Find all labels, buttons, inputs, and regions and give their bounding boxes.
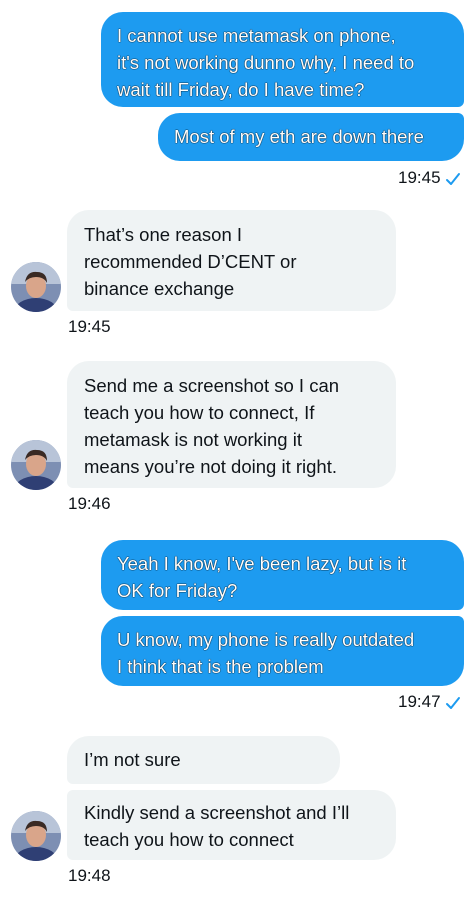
message-text-line: I’m not sure (84, 749, 181, 770)
message-bubble-incoming[interactable]: I’m not sure (67, 736, 340, 784)
message-bubble-incoming[interactable]: Send me a screenshot so I can teach you … (67, 361, 396, 488)
message-timestamp: 19:45 (68, 317, 111, 336)
avatar[interactable] (11, 262, 61, 312)
message-text-line: recommended D’CENT or (84, 251, 297, 272)
avatar[interactable] (11, 811, 61, 861)
message-bubble-incoming[interactable]: Kindly send a screenshot and I’ll teach … (67, 790, 396, 860)
message-timestamp: 19:48 (68, 866, 111, 885)
message-text-line: U know, my phone is really outdated (117, 629, 415, 650)
message-text-line: Send me a screenshot so I can (84, 375, 340, 396)
message-text-line: metamask is not working it (84, 429, 302, 450)
message-text-line: wait till Friday, do I have time? (117, 79, 365, 100)
avatar-image (11, 262, 61, 312)
avatar-image (11, 811, 61, 861)
message-text-line: I think that is the problem (117, 656, 324, 677)
message-bubble-incoming[interactable]: That’s one reason I recommended D’CENT o… (67, 210, 396, 311)
message-timestamp: 19:45 (398, 168, 441, 187)
message-bubble-outgoing[interactable]: I cannot use metamask on phone, it's not… (101, 12, 464, 107)
message-text-line: it's not working dunno why, I need to (117, 52, 415, 73)
message-text-line: binance exchange (84, 278, 235, 299)
message-text-line: Yeah I know, I've been lazy, but is it (117, 553, 407, 574)
message-text-line: teach you how to connect (84, 829, 294, 850)
message-text-line: means you’re not doing it right. (84, 456, 337, 477)
message-text-line: Most of my eth are down there (174, 126, 424, 147)
message-text-line: OK for Friday? (117, 580, 238, 601)
check-icon (446, 697, 460, 709)
message-text-line: teach you how to connect, If (84, 402, 315, 423)
message-bubble-outgoing[interactable]: Most of my eth are down there (158, 113, 464, 161)
message-timestamp: 19:46 (68, 494, 111, 513)
avatar-image (11, 440, 61, 490)
avatar[interactable] (11, 440, 61, 490)
message-text-line: Kindly send a screenshot and I’ll (84, 802, 350, 823)
message-text-line: I cannot use metamask on phone, (117, 25, 396, 46)
message-bubble-outgoing[interactable]: Yeah I know, I've been lazy, but is it O… (101, 540, 464, 610)
message-timestamp: 19:47 (398, 692, 441, 711)
check-icon (446, 173, 460, 185)
message-text-line: That’s one reason I (84, 224, 243, 245)
message-bubble-outgoing[interactable]: U know, my phone is really outdated I th… (101, 616, 464, 686)
